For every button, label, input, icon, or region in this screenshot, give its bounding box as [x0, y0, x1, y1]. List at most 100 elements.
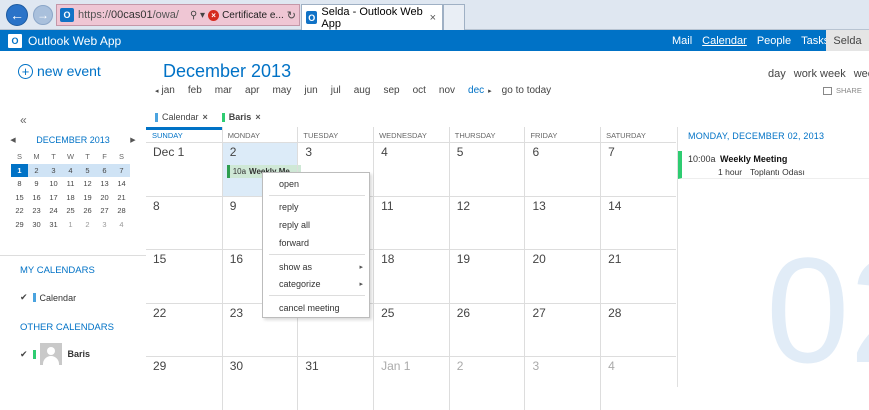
mini-next-icon[interactable]: ▶ [128, 136, 138, 144]
mini-day[interactable]: 4 [113, 218, 130, 232]
day-cell[interactable]: 8 [146, 197, 222, 250]
user-menu[interactable]: Selda [826, 30, 869, 51]
day-cell[interactable]: 7 [600, 143, 676, 196]
agenda-item[interactable]: 10:00a Weekly Meeting 1 hour Toplantı Od… [678, 151, 869, 179]
mini-day[interactable]: 4 [62, 163, 79, 177]
menu-item-reply-all[interactable]: reply all [279, 220, 310, 230]
mini-prev-icon[interactable]: ◀ [8, 136, 18, 144]
day-cell[interactable]: 22 [146, 304, 222, 357]
month-link-aug[interactable]: aug [354, 85, 371, 96]
mini-day[interactable]: 22 [11, 204, 28, 218]
mini-day[interactable]: 28 [113, 204, 130, 218]
menu-item-forward[interactable]: forward [279, 238, 309, 248]
nav-calendar[interactable]: Calendar [702, 35, 747, 47]
day-cell[interactable]: 12 [448, 196, 525, 249]
certificate-error-icon[interactable]: × [208, 9, 220, 21]
mini-day[interactable]: 17 [45, 191, 62, 205]
day-cell[interactable]: 14 [600, 196, 676, 249]
certificate-error-label[interactable]: Certificate e... [222, 10, 284, 21]
mini-day[interactable]: 29 [11, 218, 28, 232]
view-work-week[interactable]: work week [794, 68, 846, 80]
day-cell[interactable]: 5 [448, 143, 525, 196]
mini-day[interactable]: 1 [62, 218, 79, 232]
menu-item-open[interactable]: open [279, 179, 299, 189]
day-cell[interactable]: 4 [600, 357, 676, 410]
month-link-dec[interactable]: dec [468, 85, 484, 96]
nav-mail[interactable]: Mail [672, 35, 692, 47]
menu-item-cancel-meeting[interactable]: cancel meeting [279, 303, 340, 313]
mini-day[interactable]: 12 [79, 177, 96, 191]
month-link-oct[interactable]: oct [413, 85, 426, 96]
collapse-sidebar-icon[interactable]: « [20, 113, 27, 127]
mini-day[interactable]: 5 [79, 163, 96, 177]
mini-day[interactable]: 6 [96, 163, 113, 177]
mini-day[interactable]: 3 [96, 218, 113, 232]
menu-item-show-as[interactable]: show as [279, 262, 312, 272]
mini-day[interactable]: 24 [45, 204, 62, 218]
month-link-jan[interactable]: jan [162, 85, 175, 96]
view-day[interactable]: day [768, 68, 786, 80]
day-cell[interactable]: 11 [373, 196, 449, 249]
nav-tasks[interactable]: Tasks [801, 35, 829, 47]
address-bar[interactable]: O https://00cas01/owa/ ⚲ ▾ × Certificate… [56, 4, 300, 26]
day-cell[interactable]: 20 [524, 250, 600, 303]
day-cell[interactable]: 6 [524, 143, 600, 196]
mini-day[interactable]: 7 [113, 163, 130, 177]
mini-day[interactable]: 1 [11, 163, 28, 177]
mini-day[interactable]: 26 [79, 204, 96, 218]
app-brand[interactable]: O Outlook Web App [8, 33, 121, 48]
share-button[interactable]: SHARE [823, 86, 862, 95]
mini-day[interactable]: 20 [96, 191, 113, 205]
remove-icon[interactable]: × [255, 112, 260, 122]
forward-arrow-icon[interactable]: → [33, 5, 53, 25]
calendar-entry-calendar[interactable]: ✔ Calendar [20, 292, 76, 303]
month-link-mar[interactable]: mar [215, 85, 232, 96]
chip-baris[interactable]: Baris × [221, 112, 261, 122]
day-cell[interactable]: 18 [373, 250, 449, 303]
search-icon[interactable]: ⚲ ▾ [190, 10, 205, 21]
remove-icon[interactable]: × [203, 112, 208, 122]
day-cell[interactable]: 13 [524, 196, 600, 249]
refresh-icon[interactable]: ↻ [287, 9, 296, 22]
month-link-may[interactable]: may [272, 85, 291, 96]
month-link-jun[interactable]: jun [304, 85, 317, 96]
day-cell[interactable]: 19 [448, 250, 525, 303]
mini-day[interactable]: 11 [62, 177, 79, 191]
day-cell[interactable]: 31 [297, 357, 373, 410]
mini-day[interactable]: 30 [28, 218, 45, 232]
mini-day[interactable]: 27 [96, 204, 113, 218]
mini-day[interactable]: 2 [28, 163, 45, 177]
new-event-button[interactable]: + new event [18, 63, 101, 79]
day-cell[interactable]: 29 [146, 357, 222, 410]
mini-day[interactable]: 23 [28, 204, 45, 218]
tab-close-icon[interactable]: × [430, 12, 436, 24]
mini-day[interactable]: 9 [28, 177, 45, 191]
mini-day[interactable]: 25 [62, 204, 79, 218]
mini-day[interactable]: 31 [45, 218, 62, 232]
day-cell[interactable]: 30 [221, 357, 298, 410]
chip-calendar[interactable]: Calendar × [155, 112, 208, 122]
month-link-sep[interactable]: sep [383, 85, 399, 96]
mini-day[interactable]: 19 [79, 191, 96, 205]
mini-day[interactable]: 14 [113, 177, 130, 191]
day-cell[interactable]: 15 [146, 250, 222, 303]
go-to-today-link[interactable]: go to today [502, 85, 551, 96]
mini-day[interactable]: 15 [11, 191, 28, 205]
day-cell[interactable]: Jan 1 [373, 357, 449, 410]
day-cell[interactable]: 26 [448, 303, 525, 356]
new-tab-button[interactable] [443, 4, 465, 30]
next-month-icon[interactable]: ▸ [488, 87, 492, 96]
mini-day[interactable]: 18 [62, 191, 79, 205]
mini-day[interactable]: 10 [45, 177, 62, 191]
day-cell[interactable]: 4 [373, 143, 449, 196]
day-cell[interactable]: 21 [600, 250, 676, 303]
nav-people[interactable]: People [757, 35, 791, 47]
mini-day[interactable]: 2 [79, 218, 96, 232]
mini-day[interactable]: 21 [113, 191, 130, 205]
mini-day[interactable]: 13 [96, 177, 113, 191]
view-week[interactable]: week [854, 68, 869, 80]
month-link-nov[interactable]: nov [439, 85, 455, 96]
day-cell[interactable]: 3 [524, 357, 600, 410]
mini-day[interactable]: 8 [11, 177, 28, 191]
back-arrow-icon[interactable]: ← [6, 4, 28, 26]
